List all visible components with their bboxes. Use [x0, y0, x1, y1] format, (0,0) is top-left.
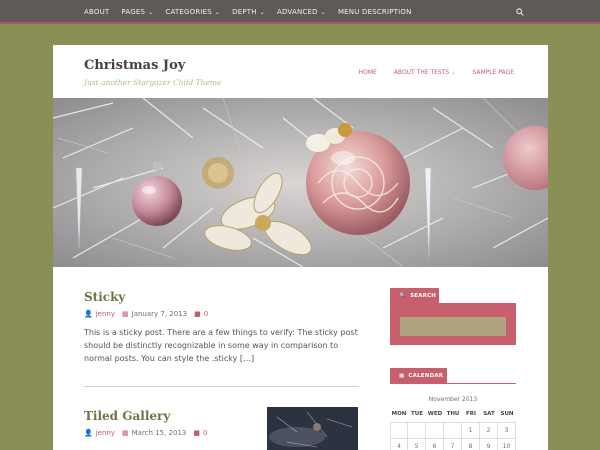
post-date: ▦ March 15, 2013 [122, 429, 186, 437]
post-author: 👤 jenny [84, 310, 115, 318]
top-nav-menu-description[interactable]: MENU DESCRIPTION [338, 8, 412, 16]
calendar-widget-title: ▦ CALENDAR [390, 368, 447, 383]
comment-icon: ■ [194, 310, 201, 318]
main-nav-home-label: HOME [358, 69, 377, 76]
post-thumbnail[interactable] [267, 407, 358, 450]
weekday-label: TUE [411, 411, 423, 417]
calendar-day: 8 [462, 439, 480, 450]
chevron-down-icon: ⌄ [148, 9, 154, 16]
calendar-day [426, 423, 444, 439]
calendar-day: 2 [480, 423, 498, 439]
weekday-label: SUN [500, 411, 514, 417]
main-nav-sample-page[interactable]: SAMPLE PAGE [472, 69, 514, 76]
chevron-down-icon: ⌄ [259, 9, 265, 16]
weekday-label: MON [391, 411, 407, 417]
main-nav-sample-page-label: SAMPLE PAGE [472, 69, 514, 76]
post-comments-link[interactable]: 0 [204, 310, 208, 318]
calendar-grid: 1 2 3 4 5 6 7 8 9 10 [390, 422, 516, 450]
search-input[interactable] [400, 317, 506, 336]
calendar-day: 6 [426, 439, 444, 450]
calendar-weekdays: MON TUE WED THU FRI SAT SUN [390, 411, 516, 417]
calendar-icon: ▦ [399, 372, 405, 379]
top-nav-advanced-label: ADVANCED [276, 8, 318, 16]
calendar-day [444, 423, 462, 439]
top-nav-advanced[interactable]: ADVANCED ⌄ [277, 8, 326, 16]
top-nav-categories[interactable]: CATEGORIES ⌄ [165, 8, 220, 16]
top-nav-about[interactable]: ABOUT [84, 8, 109, 16]
calendar-widget-title-label: CALENDAR [408, 372, 444, 379]
post-date-link[interactable]: March 15, 2013 [132, 429, 187, 437]
calendar-day: 3 [498, 423, 516, 439]
post-comments-link[interactable]: 0 [203, 429, 207, 437]
post-excerpt: This is a sticky post. There are a few t… [84, 328, 358, 363]
post-author: 👤 jenny [84, 429, 115, 437]
weekday-label: THU [446, 411, 460, 417]
calendar-rule [390, 383, 516, 384]
main-nav-home[interactable]: HOME [359, 69, 377, 76]
calendar-icon: ▦ [122, 310, 129, 318]
page-card: Christmas Joy Just another Stargazer Chi… [53, 45, 548, 450]
header-image [53, 98, 548, 267]
top-nav-menu: ABOUT PAGES ⌄ CATEGORIES ⌄ DEPTH ⌄ ADVANCED… [84, 0, 424, 24]
calendar-day: 9 [480, 439, 498, 450]
top-nav-depth-label: DEPTH [232, 8, 257, 16]
gallery-thumbnail-image [267, 407, 358, 450]
calendar-day: 7 [444, 439, 462, 450]
post-comments: ■ 0 [194, 310, 208, 318]
post-comments: ■ 0 [193, 429, 207, 437]
weekday-label: FRI [465, 411, 477, 417]
search-widget [390, 303, 516, 345]
calendar-day: 1 [462, 423, 480, 439]
main-nav-about-the-tests[interactable]: ABOUT THE TESTS ⌄ [394, 69, 456, 76]
chevron-down-icon: ⌄ [320, 9, 326, 16]
chevron-down-icon: ⌄ [451, 70, 456, 76]
comment-icon: ■ [193, 429, 200, 437]
weekday-label: SAT [483, 411, 495, 417]
post-title[interactable]: Tiled Gallery [84, 409, 214, 423]
post-date-link[interactable]: January 7, 2013 [132, 310, 187, 318]
search-widget-title-label: SEARCH [410, 292, 437, 299]
calendar-day [408, 423, 426, 439]
top-nav-depth[interactable]: DEPTH ⌄ [232, 8, 265, 16]
post-tiled-gallery: Tiled Gallery 👤 jenny ▦ March 15, 2013 ■ 0 [84, 409, 214, 437]
top-navigation-bar: ABOUT PAGES ⌄ CATEGORIES ⌄ DEPTH ⌄ ADVANCED… [0, 0, 600, 24]
post-divider [84, 386, 359, 387]
post-meta: 👤 jenny ▦ January 7, 2013 ■ 0 [84, 310, 358, 318]
main-nav-about-the-tests-label: ABOUT THE TESTS [393, 69, 450, 76]
post-date: ▦ January 7, 2013 [122, 310, 187, 318]
chevron-down-icon: ⌄ [214, 9, 221, 16]
site-title[interactable]: Christmas Joy [84, 58, 185, 73]
christmas-ornament-image [53, 98, 548, 267]
top-nav-menu-description-label: MENU DESCRIPTION [337, 8, 412, 16]
calendar-caption: November 2013 [428, 396, 478, 403]
post-sticky: Sticky 👤 jenny ▦ January 7, 2013 ■ 0 This i… [84, 290, 358, 365]
user-icon: 👤 [84, 429, 93, 437]
post-author-link[interactable]: jenny [96, 429, 115, 437]
site-description: Just another Stargazer Child Theme [84, 78, 222, 87]
calendar-week: 4 5 6 7 8 9 10 [390, 439, 516, 450]
search-widget-title: 🔍 SEARCH [390, 288, 439, 303]
main-navigation: HOME ABOUT THE TESTS ⌄ SAMPLE PAGE [342, 69, 514, 76]
search-icon: 🔍 [399, 292, 407, 299]
post-title[interactable]: Sticky [84, 290, 358, 304]
calendar-day: 4 [390, 439, 408, 450]
weekday-label: WED [427, 411, 443, 417]
post-meta: 👤 jenny ▦ March 15, 2013 ■ 0 [84, 429, 214, 437]
calendar-day: 5 [408, 439, 426, 450]
top-nav-pages-label: PAGES [121, 8, 146, 16]
calendar-day [390, 423, 408, 439]
top-nav-categories-label: CATEGORIES [165, 8, 212, 16]
search-icon[interactable] [516, 8, 524, 16]
user-icon: 👤 [84, 310, 93, 318]
top-nav-pages[interactable]: PAGES ⌄ [121, 8, 153, 16]
calendar-icon: ▦ [122, 429, 129, 437]
calendar-week: 1 2 3 [390, 423, 516, 439]
calendar-day: 10 [498, 439, 516, 450]
post-author-link[interactable]: jenny [96, 310, 115, 318]
top-nav-about-label: ABOUT [84, 8, 110, 16]
